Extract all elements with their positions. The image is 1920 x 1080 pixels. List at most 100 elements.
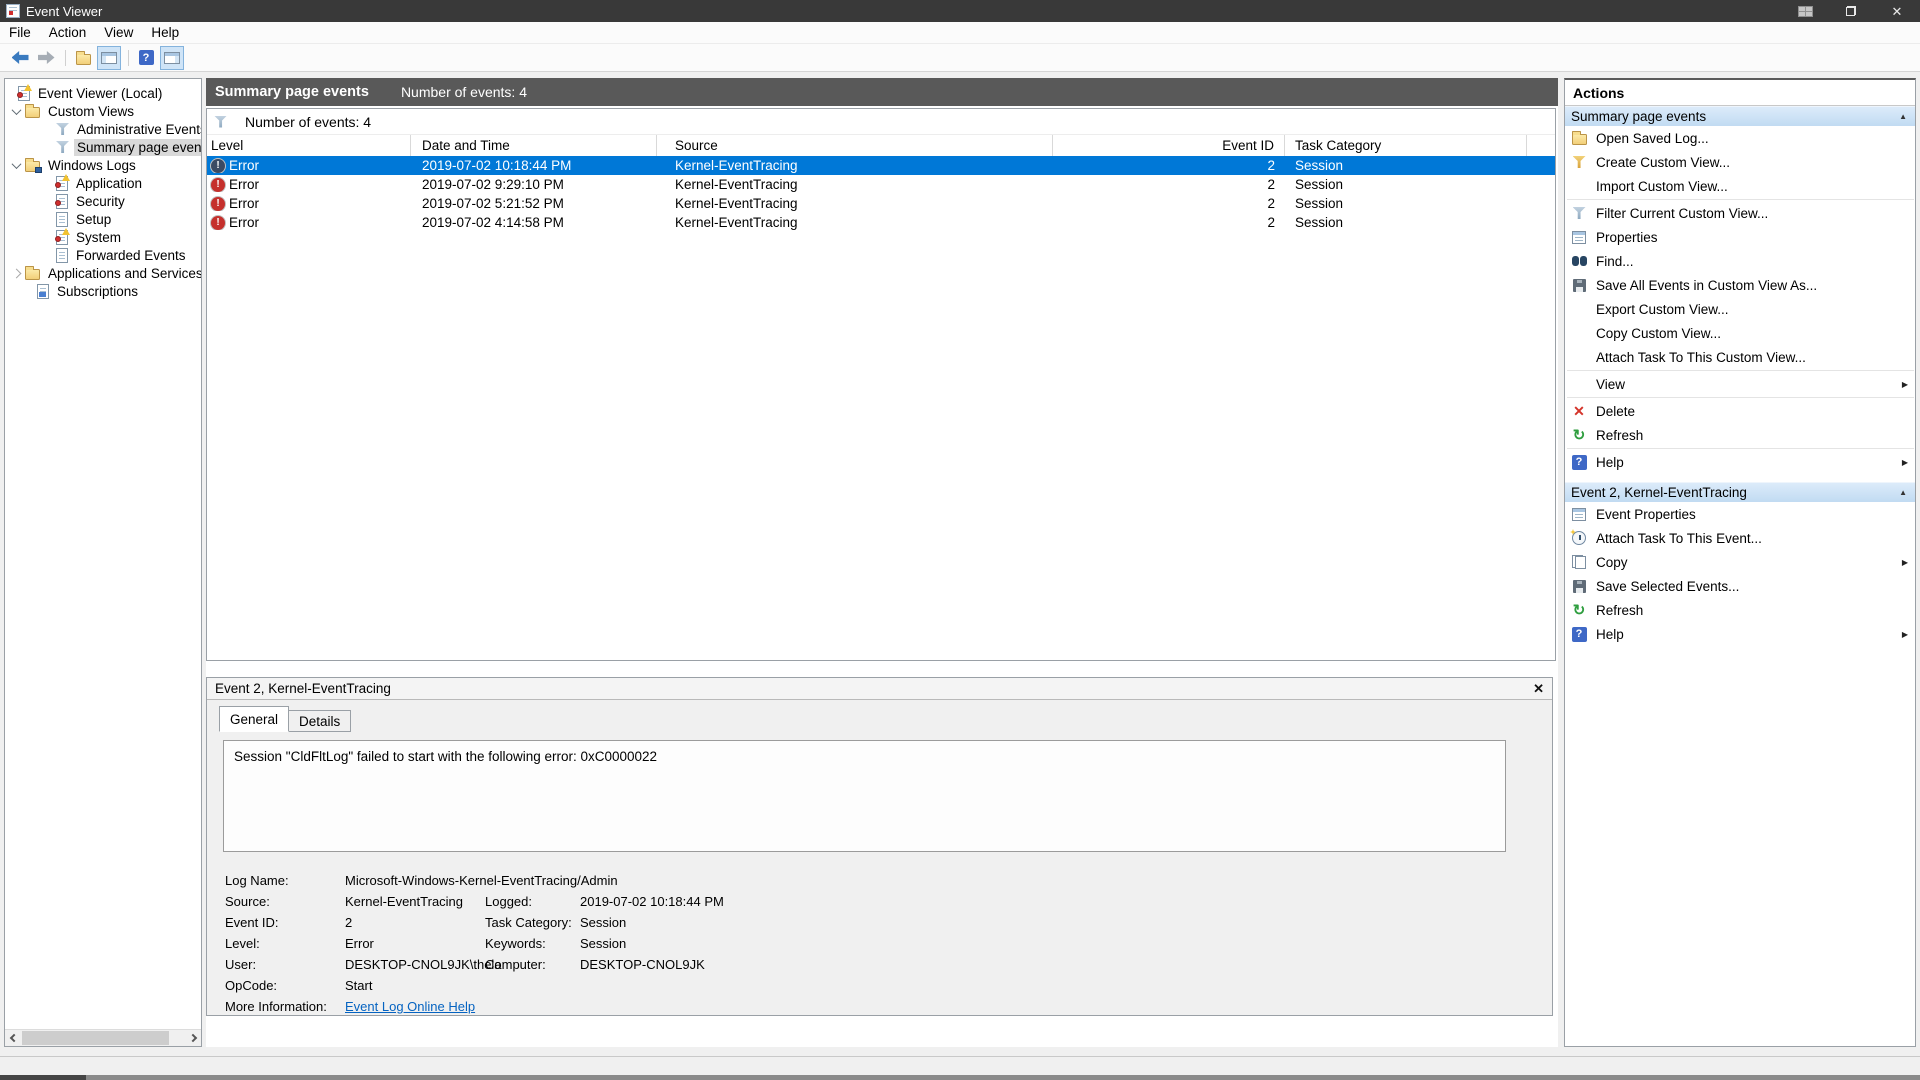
action-event-properties[interactable]: Event Properties — [1565, 502, 1915, 526]
task-clock-icon — [1572, 531, 1586, 545]
tree-item-administrative-events[interactable]: Administrative Events — [5, 120, 201, 138]
table-row[interactable]: !Error 2019-07-02 10:18:44 PM Kernel-Eve… — [207, 156, 1555, 175]
section-title: Summary page events — [1571, 109, 1706, 124]
action-save-selected-events[interactable]: Save Selected Events... — [1565, 574, 1915, 598]
level-cell: Error — [229, 215, 259, 230]
back-button[interactable] — [8, 46, 32, 70]
tree-item-windows-logs[interactable]: Windows Logs — [5, 156, 201, 174]
tree-item-applications-and-services-logs[interactable]: Applications and Services Lo — [5, 264, 201, 282]
minimize-button[interactable] — [1782, 0, 1828, 22]
help-icon: ? — [1572, 627, 1587, 642]
event-list: Number of events: 4 Level Date and Time … — [206, 108, 1556, 661]
action-export-custom-view[interactable]: Export Custom View... — [1565, 297, 1915, 321]
close-button[interactable]: ✕ — [1874, 0, 1920, 22]
event-message: Session "CldFltLog" failed to start with… — [234, 749, 657, 764]
error-icon: ! — [211, 197, 225, 211]
chevron-expanded-icon[interactable] — [12, 105, 22, 115]
filter-summary-text: Number of events: 4 — [245, 114, 371, 130]
action-view[interactable]: View ▶ — [1565, 372, 1915, 396]
tab-details[interactable]: Details — [288, 710, 351, 732]
field-label: Computer: — [485, 957, 580, 972]
tree-item-summary-page-events[interactable]: Summary page events — [5, 138, 201, 156]
action-refresh[interactable]: ↻ Refresh — [1565, 423, 1915, 447]
action-create-custom-view[interactable]: Create Custom View... — [1565, 150, 1915, 174]
folder-icon — [25, 269, 40, 280]
action-help[interactable]: ? Help ▶ — [1565, 450, 1915, 474]
title-bar: Event Viewer ✕ — [0, 0, 1920, 22]
open-saved-log-button[interactable] — [71, 46, 95, 70]
scrollbar-thumb[interactable] — [22, 1031, 169, 1045]
column-header-level[interactable]: Level — [207, 135, 411, 156]
chevron-collapsed-icon[interactable] — [12, 268, 22, 278]
table-row[interactable]: !Error 2019-07-02 9:29:10 PM Kernel-Even… — [207, 175, 1555, 194]
action-import-custom-view[interactable]: Import Custom View... — [1565, 174, 1915, 198]
tab-general[interactable]: General — [219, 706, 289, 732]
actions-section-event-2[interactable]: Event 2, Kernel-EventTracing ▲ — [1565, 482, 1915, 502]
tree-item-event-viewer-local[interactable]: Event Viewer (Local) — [5, 84, 201, 102]
column-header-source[interactable]: Source — [657, 135, 1053, 156]
action-refresh-event[interactable]: ↻ Refresh — [1565, 598, 1915, 622]
action-attach-task-to-custom-view[interactable]: Attach Task To This Custom View... — [1565, 345, 1915, 369]
action-save-all-events[interactable]: Save All Events in Custom View As... — [1565, 273, 1915, 297]
tree-item-setup[interactable]: Setup — [5, 210, 201, 228]
forward-button[interactable] — [34, 46, 58, 70]
tree-item-custom-views[interactable]: Custom Views — [5, 102, 201, 120]
chevron-expanded-icon[interactable] — [12, 159, 22, 169]
action-attach-task-to-event[interactable]: Attach Task To This Event... — [1565, 526, 1915, 550]
task-category-cell: Session — [1285, 215, 1527, 230]
details-close-button[interactable]: ✕ — [1533, 681, 1544, 697]
submenu-arrow-icon: ▶ — [1902, 558, 1908, 567]
action-filter-current-custom-view[interactable]: Filter Current Custom View... — [1565, 201, 1915, 225]
table-row[interactable]: !Error 2019-07-02 4:14:58 PM Kernel-Even… — [207, 213, 1555, 232]
field-value: Session — [580, 915, 1532, 930]
field-label: Source: — [225, 894, 345, 909]
level-cell: Error — [229, 177, 259, 192]
action-copy[interactable]: Copy ▶ — [1565, 550, 1915, 574]
action-help-event[interactable]: ? Help ▶ — [1565, 622, 1915, 646]
tree-horizontal-scrollbar[interactable] — [5, 1029, 201, 1046]
save-icon — [1573, 580, 1586, 593]
tree-item-application[interactable]: Application — [5, 174, 201, 192]
show-action-pane-toggle[interactable] — [160, 46, 184, 70]
help-icon: ? — [1572, 455, 1587, 470]
column-header-event-id[interactable]: Event ID — [1053, 135, 1285, 156]
event-log-online-help-link[interactable]: Event Log Online Help — [345, 999, 475, 1014]
show-console-tree-toggle[interactable] — [97, 46, 121, 70]
field-label: More Information: — [225, 999, 345, 1014]
tree-item-subscriptions[interactable]: Subscriptions — [5, 282, 201, 300]
event-viewer-icon — [18, 86, 30, 101]
column-header-task-category[interactable]: Task Category — [1285, 135, 1527, 156]
tree-item-system[interactable]: System — [5, 228, 201, 246]
collapse-icon[interactable]: ▲ — [1899, 483, 1907, 503]
log-icon — [56, 230, 68, 245]
menu-view[interactable]: View — [95, 22, 142, 44]
scroll-right-arrow[interactable] — [184, 1030, 201, 1046]
log-icon — [56, 176, 68, 191]
tree-item-forwarded-events[interactable]: Forwarded Events — [5, 246, 201, 264]
action-delete[interactable]: ✕ Delete — [1565, 399, 1915, 423]
field-value: Session — [580, 936, 1532, 951]
event-message-box: Session "CldFltLog" failed to start with… — [223, 740, 1506, 852]
collapse-icon[interactable]: ▲ — [1899, 107, 1907, 127]
restore-button[interactable] — [1828, 0, 1874, 22]
actions-separator — [1567, 199, 1914, 200]
action-open-saved-log[interactable]: Open Saved Log... — [1565, 126, 1915, 150]
action-find[interactable]: Find... — [1565, 249, 1915, 273]
actions-section-summary-page-events[interactable]: Summary page events ▲ — [1565, 106, 1915, 126]
menu-help[interactable]: Help — [142, 22, 188, 44]
table-row[interactable]: !Error 2019-07-02 5:21:52 PM Kernel-Even… — [207, 194, 1555, 213]
date-cell: 2019-07-02 4:14:58 PM — [411, 215, 657, 230]
field-label: Logged: — [485, 894, 580, 909]
tree-item-security[interactable]: Security — [5, 192, 201, 210]
menu-file[interactable]: File — [0, 22, 40, 44]
results-header: Summary page events Number of events: 4 — [206, 78, 1558, 106]
scroll-left-arrow[interactable] — [5, 1030, 22, 1046]
window-title: Event Viewer — [26, 4, 102, 19]
menu-action[interactable]: Action — [40, 22, 96, 44]
filter-bar: Number of events: 4 — [207, 109, 1555, 135]
help-button[interactable]: ? — [134, 46, 158, 70]
results-panel: Summary page events Number of events: 4 … — [206, 78, 1558, 1047]
action-copy-custom-view[interactable]: Copy Custom View... — [1565, 321, 1915, 345]
column-header-date-and-time[interactable]: Date and Time — [411, 135, 657, 156]
action-properties[interactable]: Properties — [1565, 225, 1915, 249]
